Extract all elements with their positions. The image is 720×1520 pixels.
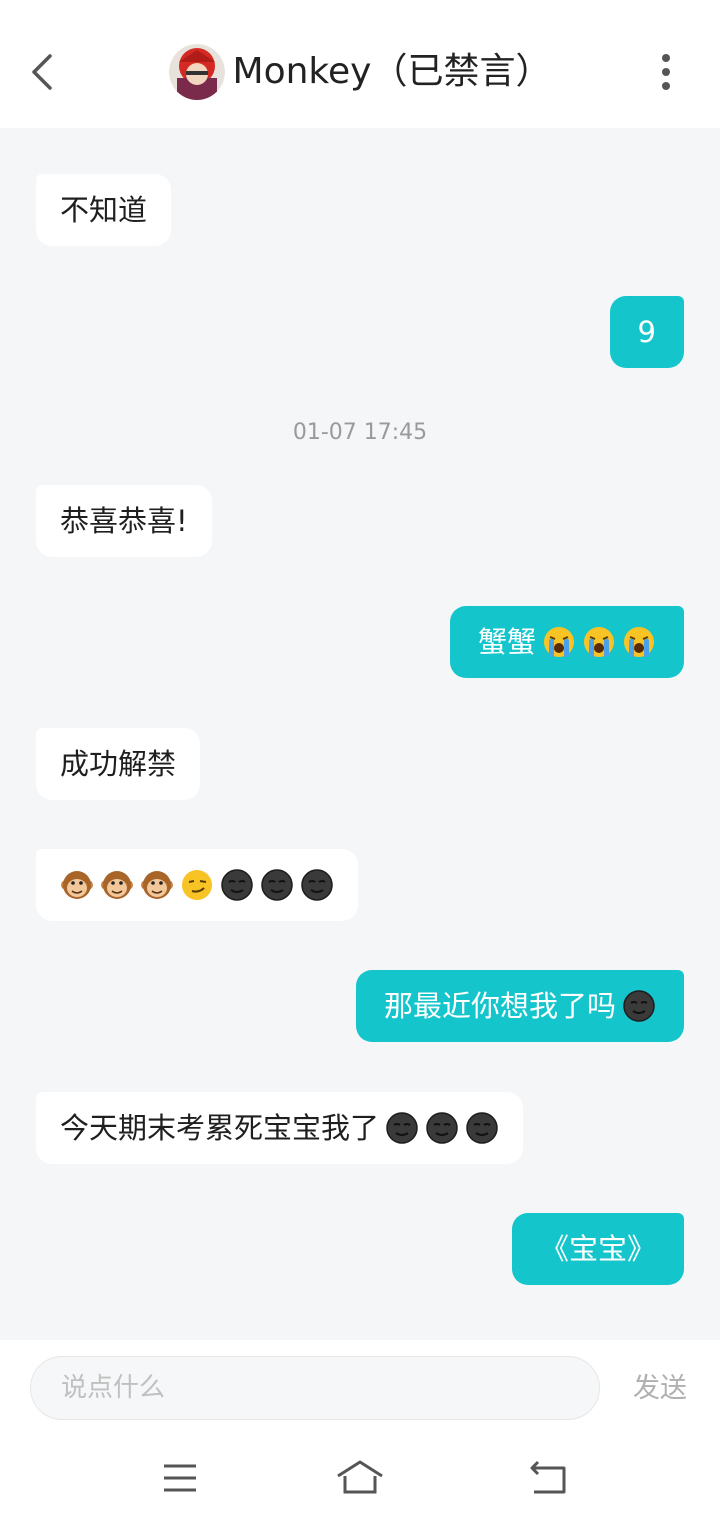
more-vertical-icon bbox=[662, 54, 670, 90]
monkey-face-icon bbox=[140, 868, 174, 902]
new-moon-face-icon bbox=[260, 868, 294, 902]
monkey-face-icon bbox=[100, 868, 134, 902]
chat-title-area: Monkey（已禁言） bbox=[0, 40, 720, 104]
incoming-message-bubble[interactable]: 今天期末考累死宝宝我了 bbox=[36, 1092, 524, 1164]
message-text: 9 bbox=[637, 315, 656, 349]
return-icon bbox=[530, 1460, 566, 1494]
timestamp: 01-07 17:45 bbox=[292, 420, 428, 445]
message-text: 那最近你想我了吗 bbox=[383, 989, 616, 1023]
menu-nav-button[interactable] bbox=[150, 1454, 210, 1502]
outgoing-message-bubble[interactable]: 《宝宝》 bbox=[511, 1213, 684, 1285]
outgoing-message-bubble[interactable]: 9 bbox=[609, 296, 684, 368]
system-nav-bar bbox=[0, 1440, 720, 1520]
menu-icon bbox=[164, 1464, 196, 1492]
message-text: 成功解禁 bbox=[60, 747, 177, 781]
chat-title: Monkey（已禁言） bbox=[232, 51, 552, 92]
message-input[interactable] bbox=[30, 1356, 600, 1420]
new-moon-face-icon bbox=[300, 868, 334, 902]
monkey-face-icon bbox=[60, 868, 94, 902]
message-text: 蟹蟹 bbox=[477, 625, 536, 659]
incoming-message-bubble[interactable]: 不知道 bbox=[36, 174, 172, 246]
new-moon-face-icon bbox=[425, 1111, 459, 1145]
home-icon bbox=[337, 1460, 383, 1494]
smirking-face-icon bbox=[180, 868, 214, 902]
new-moon-face-icon bbox=[385, 1111, 419, 1145]
incoming-message-bubble[interactable]: 成功解禁 bbox=[36, 728, 201, 800]
chat-header: Monkey（已禁言） bbox=[0, 0, 720, 128]
incoming-message-bubble[interactable] bbox=[36, 849, 358, 921]
back-nav-button[interactable] bbox=[520, 1454, 580, 1502]
avatar[interactable] bbox=[168, 44, 225, 100]
more-options-button[interactable] bbox=[646, 50, 686, 94]
message-text: 恭喜恭喜! bbox=[60, 504, 188, 538]
message-text: 今天期末考累死宝宝我了 bbox=[60, 1111, 380, 1145]
outgoing-message-bubble[interactable]: 那最近你想我了吗 bbox=[355, 970, 684, 1042]
send-button[interactable]: 发送 bbox=[620, 1364, 700, 1414]
incoming-message-bubble[interactable]: 恭喜恭喜! bbox=[36, 485, 212, 557]
new-moon-face-icon bbox=[465, 1111, 499, 1145]
new-moon-face-icon bbox=[622, 989, 656, 1023]
new-moon-face-icon bbox=[220, 868, 254, 902]
home-nav-button[interactable] bbox=[330, 1454, 390, 1502]
outgoing-message-bubble[interactable]: 蟹蟹 bbox=[449, 606, 684, 678]
loudly-crying-face-icon bbox=[582, 625, 616, 659]
message-text: 不知道 bbox=[60, 193, 148, 227]
message-text: 《宝宝》 bbox=[539, 1232, 656, 1266]
loudly-crying-face-icon bbox=[542, 625, 576, 659]
loudly-crying-face-icon bbox=[622, 625, 656, 659]
